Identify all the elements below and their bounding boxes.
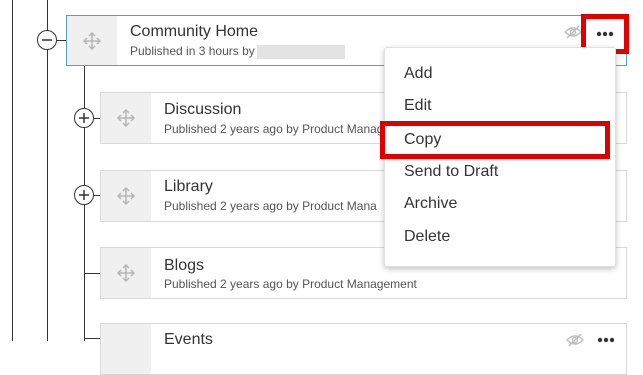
ellipsis-icon[interactable] — [597, 337, 615, 343]
menu-item-delete[interactable]: Delete — [404, 228, 450, 246]
redacted-author — [256, 44, 345, 59]
move-arrows-icon — [116, 108, 136, 128]
node-card-events[interactable]: Events — [100, 323, 627, 375]
node-title: Blogs — [164, 257, 205, 274]
tree-line-outer — [12, 0, 13, 341]
menu-item-edit[interactable]: Edit — [404, 97, 432, 115]
drag-handle[interactable] — [101, 93, 151, 143]
tree-line-root — [47, 0, 48, 341]
move-arrows-icon — [116, 186, 136, 206]
eye-slash-icon — [566, 333, 584, 347]
node-title: Community Home — [130, 23, 259, 40]
node-subtitle: Published 2 years ago by Product Manag — [164, 122, 384, 136]
drag-handle[interactable] — [101, 171, 151, 221]
drag-handle[interactable] — [67, 16, 117, 65]
move-arrows-icon — [82, 31, 102, 50]
drag-handle[interactable] — [101, 248, 151, 298]
minus-circle-icon — [42, 39, 52, 41]
menu-item-send-to-draft[interactable]: Send to Draft — [404, 163, 498, 181]
expand-toggle-library[interactable] — [74, 185, 94, 205]
menu-item-add[interactable]: Add — [404, 65, 432, 83]
move-arrows-icon — [116, 263, 136, 283]
menu-item-archive[interactable]: Archive — [404, 195, 457, 213]
node-subtitle: Published 2 years ago by Product Mana — [164, 199, 377, 213]
node-title: Discussion — [164, 101, 242, 118]
node-title: Library — [164, 178, 213, 195]
plus-circle-icon — [79, 190, 89, 200]
tree-connector-events — [84, 338, 100, 339]
tree-connector-blogs — [84, 273, 100, 274]
collapse-toggle-community-home[interactable] — [37, 30, 57, 50]
tree-connector-root — [57, 40, 66, 41]
node-subtitle: Published 2 years ago by Product Managem… — [164, 277, 417, 291]
expand-toggle-discussion[interactable] — [74, 108, 94, 128]
node-subtitle: Published in 3 hours by — [130, 44, 345, 59]
node-subtitle-text: Published in 3 hours by — [130, 44, 255, 58]
highlight-copy-item — [380, 121, 610, 159]
eye-slash-icon — [564, 25, 582, 39]
node-title: Events — [164, 331, 213, 348]
drag-handle[interactable] — [101, 324, 151, 374]
plus-circle-icon — [79, 113, 89, 123]
